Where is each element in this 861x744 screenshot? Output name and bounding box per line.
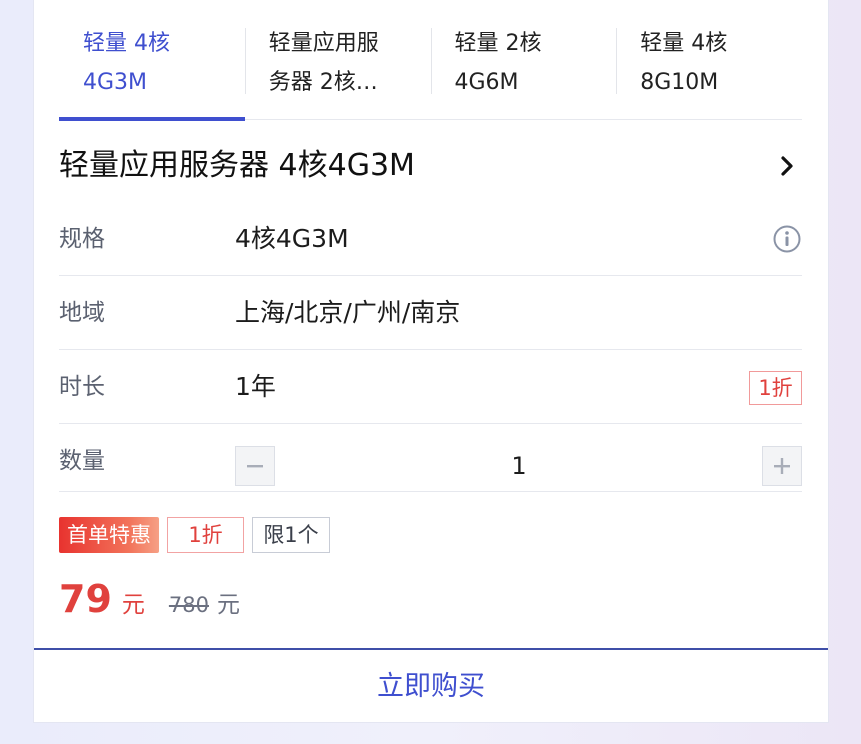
promo-tags: 首单特惠 1折 限1个 <box>59 517 330 553</box>
product-title[interactable]: 轻量应用服务器 4核4G3M <box>59 146 802 186</box>
spec-label: 规格 <box>59 226 105 252</box>
spec-value: 4核4G3M <box>235 224 349 253</box>
first-order-tag: 首单特惠 <box>59 517 159 553</box>
tab-label-line1: 轻量应用服 <box>268 31 379 56</box>
tab-label-line2: 务器 2核… <box>268 70 378 95</box>
tab-label-line1: 轻量 2核 <box>454 31 542 56</box>
quantity-increase-button[interactable] <box>762 446 802 486</box>
original-price-unit: 元 <box>216 592 240 618</box>
price-unit: 元 <box>121 592 145 618</box>
buy-now-button[interactable]: 立即购买 <box>34 648 828 722</box>
tab-label-line2: 4G6M <box>454 70 519 95</box>
price-block: 79 元 780 元 <box>59 574 240 624</box>
plus-icon <box>774 458 790 474</box>
tab-label-line1: 轻量 4核 <box>640 31 728 56</box>
tab-4c8g10m[interactable]: 轻量 4核 8G10M <box>616 0 802 120</box>
tab-4c4g3m[interactable]: 轻量 4核 4G3M <box>59 0 245 121</box>
duration-label: 时长 <box>59 374 105 400</box>
tab-label-line2: 8G10M <box>640 70 719 95</box>
info-icon[interactable] <box>772 224 802 254</box>
tab-label-line2: 4G3M <box>83 70 148 95</box>
discount-badge: 1折 <box>749 371 802 405</box>
product-card: 轻量 4核 4G3M 轻量应用服 务器 2核… 轻量 2核 4G6M 轻量 4核… <box>34 0 828 722</box>
quantity-decrease-button[interactable] <box>235 446 275 486</box>
quantity-row: 数量 1 <box>59 424 802 492</box>
region-value: 上海/北京/广州/南京 <box>235 298 461 327</box>
tab-separator <box>430 28 432 94</box>
tab-2c4g6m[interactable]: 轻量 2核 4G6M <box>430 0 617 120</box>
duration-value: 1年 <box>235 372 276 401</box>
spec-tabs: 轻量 4核 4G3M 轻量应用服 务器 2核… 轻量 2核 4G6M 轻量 4核… <box>59 0 802 121</box>
discount-tag: 1折 <box>167 517 244 553</box>
tab-lighthouse-2c[interactable]: 轻量应用服 务器 2核… <box>244 0 431 120</box>
tab-label-line1: 轻量 4核 <box>83 31 170 56</box>
chevron-right-icon[interactable] <box>774 152 800 180</box>
region-label: 地域 <box>59 300 105 326</box>
original-price: 780 <box>168 593 209 617</box>
tab-separator <box>616 28 618 94</box>
quantity-input[interactable]: 1 <box>279 446 759 486</box>
price-amount: 79 <box>59 577 112 621</box>
duration-row[interactable]: 时长 1年 1折 <box>59 350 802 424</box>
spec-row: 规格 4核4G3M <box>59 202 802 276</box>
tab-separator <box>244 28 246 94</box>
region-row[interactable]: 地域 上海/北京/广州/南京 <box>59 276 802 350</box>
minus-icon <box>247 465 263 468</box>
quantity-label: 数量 <box>59 448 105 474</box>
limit-tag: 限1个 <box>252 517 330 553</box>
